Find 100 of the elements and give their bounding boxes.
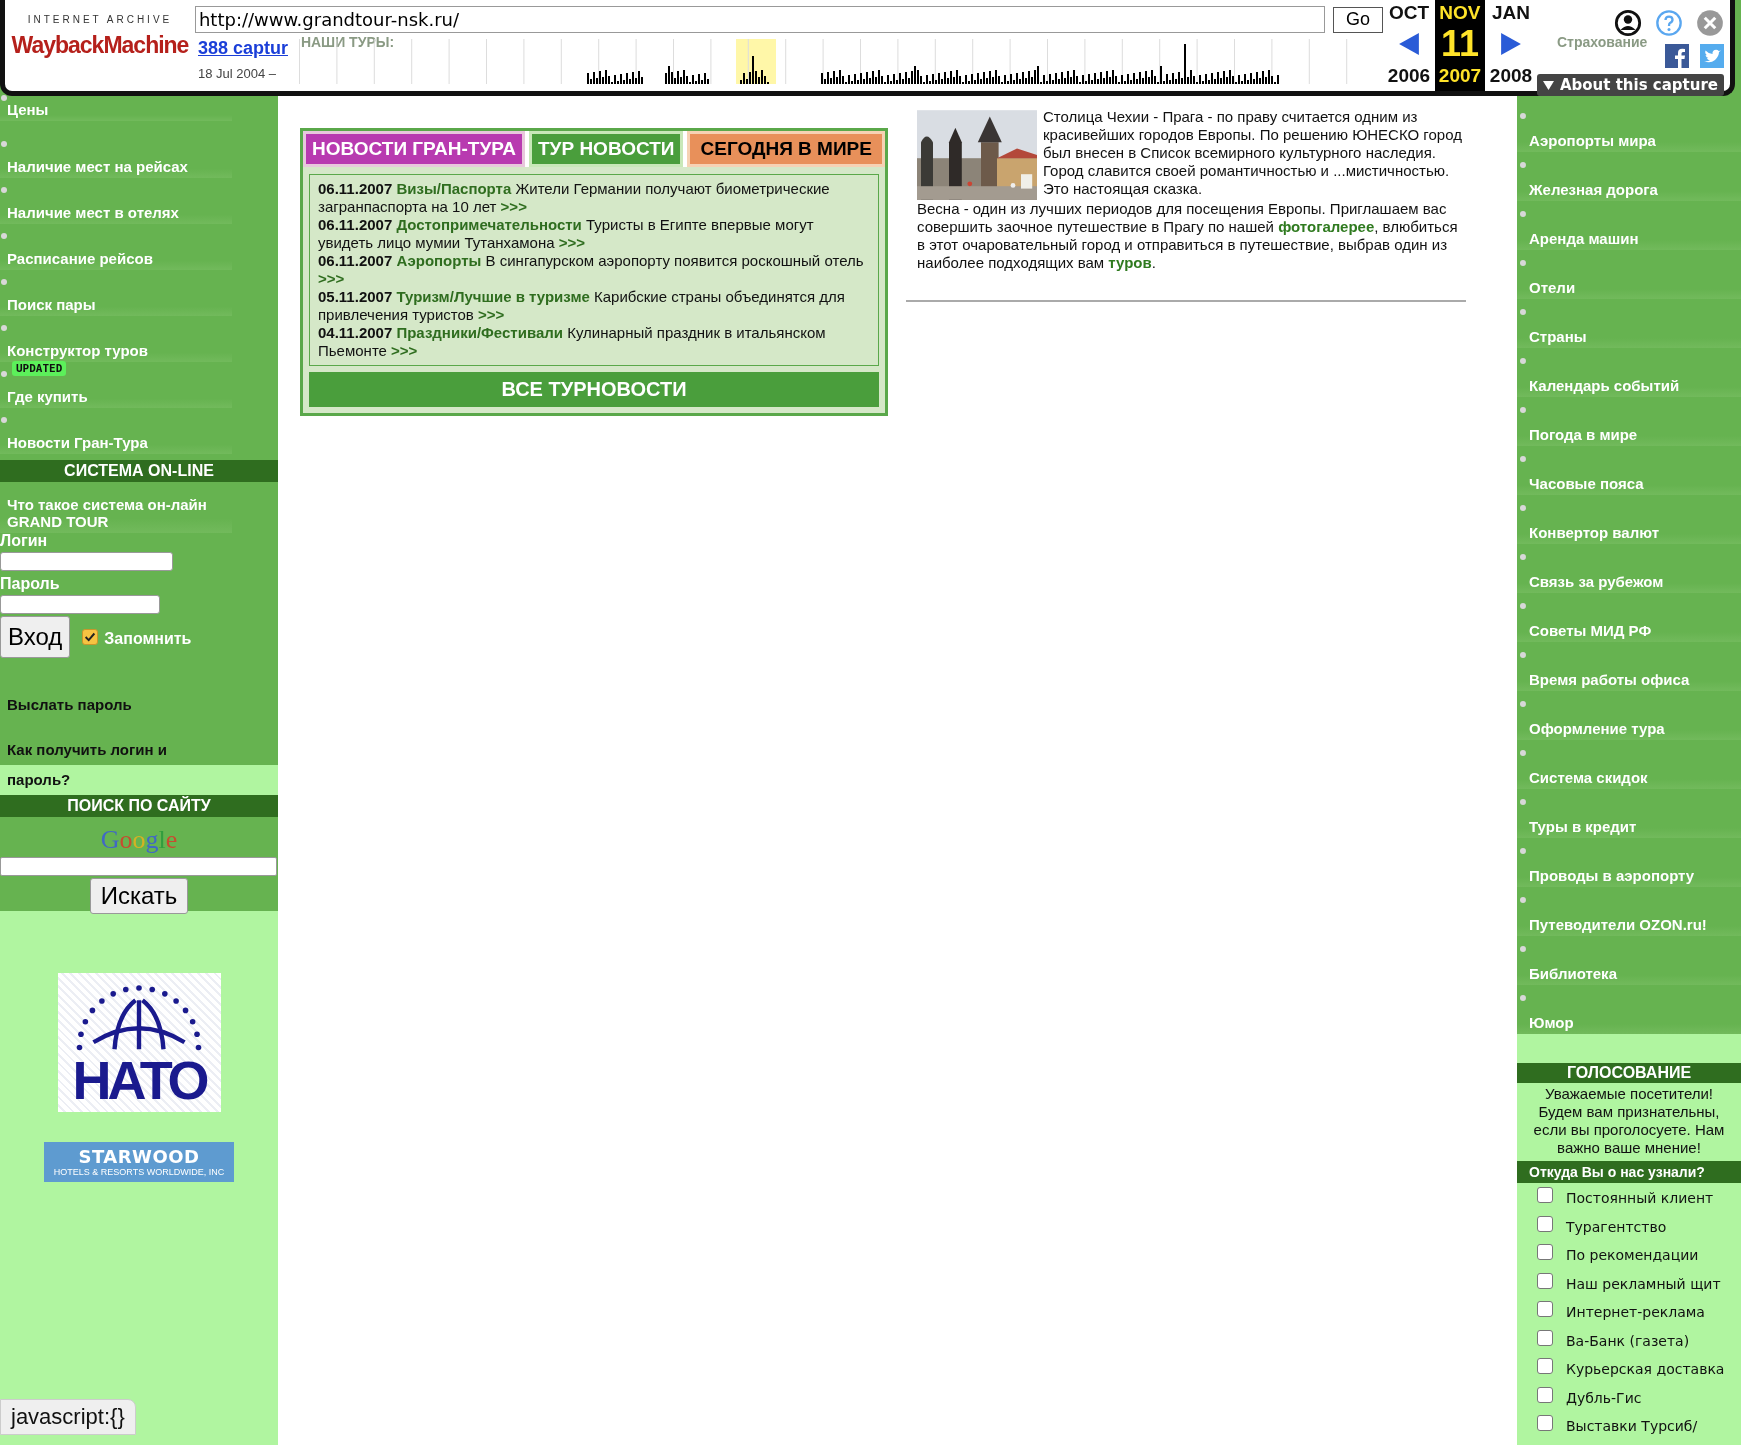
- updated-badge: UPDATED: [12, 361, 67, 376]
- text-link[interactable]: фотогалерее: [1278, 218, 1375, 235]
- bullet-icon: [1, 325, 7, 331]
- search-field[interactable]: [0, 857, 277, 876]
- user-icon[interactable]: [1614, 9, 1642, 37]
- bullet-icon: [1, 233, 7, 239]
- about-capture-button[interactable]: About this capture: [1536, 74, 1724, 96]
- partner-logo[interactable]: НАТО: [57, 973, 221, 1112]
- news-item: 06.11.2007 Аэропорты В сингапурском аэропорту появится роскошный отель >>>: [318, 252, 865, 288]
- checkbox-label: Наш рекламный щит: [1566, 1275, 1721, 1292]
- calendar-month[interactable]: JAN 2008: [1484, 0, 1537, 91]
- bullet-icon: [1520, 946, 1526, 952]
- checkbox-label: Ва-Банк (газета): [1566, 1332, 1690, 1349]
- partner-logo[interactable]: STARWOOD HOTELS & RESORTS WORLDWIDE, INC: [44, 1142, 234, 1182]
- go-button[interactable]: Go: [1333, 6, 1383, 33]
- bullet-icon: [1520, 113, 1526, 119]
- help-icon[interactable]: [1655, 9, 1683, 37]
- bullet-icon: [1520, 211, 1526, 217]
- checkbox[interactable]: [1537, 1329, 1553, 1346]
- article-paragraph: Город славится своей романтичностью и ...мистичностью. Это настоящая сказка.: [1043, 162, 1451, 198]
- checkbox-label: Дубль-Гис: [1566, 1389, 1642, 1406]
- capture-range: 18 Jul 2004 –: [197, 66, 278, 81]
- news-tab[interactable]: НОВОСТИ ГРАН-ТУРА: [303, 131, 525, 167]
- bullet-icon: [1520, 652, 1526, 658]
- twitter-icon[interactable]: [1700, 44, 1724, 68]
- login-button[interactable]: Вход: [0, 616, 71, 658]
- calendar-month[interactable]: NOV 11 2007: [1434, 0, 1485, 91]
- news-category-link[interactable]: Достопримечательности: [396, 216, 582, 233]
- news-tab[interactable]: ТУР НОВОСТИ: [529, 131, 684, 167]
- next-arrow-icon[interactable]: [1500, 33, 1521, 55]
- wayback-logo[interactable]: WaybackMachine: [11, 25, 189, 65]
- bullet-icon: [1520, 848, 1526, 854]
- all-news-button[interactable]: ВСЕ ТУРНОВОСТИ: [309, 372, 879, 407]
- login-field[interactable]: [0, 552, 173, 571]
- news-item: 06.11.2007 Достопримечательности Туристы в Египте впервые могут увидеть лицо мумии Тутанхамона >>>: [318, 216, 815, 252]
- more-link[interactable]: >>>: [558, 234, 585, 251]
- bullet-icon: [1520, 554, 1526, 560]
- search-button[interactable]: Искать: [89, 878, 189, 914]
- status-tooltip: javascript:{}: [0, 1399, 136, 1435]
- captures-link[interactable]: 388 captur: [197, 36, 299, 60]
- checkbox[interactable]: [1537, 1386, 1553, 1403]
- bullet-icon: [1520, 358, 1526, 364]
- more-link[interactable]: >>>: [391, 342, 418, 359]
- section-header: СИСТЕМА ON-LINE: [0, 460, 278, 482]
- url-field[interactable]: http://www.grandtour-nsk.ru/: [194, 6, 1325, 33]
- checkbox[interactable]: [1537, 1272, 1553, 1289]
- text-link[interactable]: туров: [1108, 254, 1152, 271]
- underlay-heading: НАШИ ТУРЫ:: [300, 34, 395, 50]
- archive-label: INTERNET ARCHIVE: [27, 14, 173, 25]
- checkbox[interactable]: [1537, 1215, 1553, 1232]
- previous-arrow-icon[interactable]: [1398, 33, 1419, 55]
- checkbox[interactable]: [82, 629, 99, 645]
- menu-link[interactable]: Выслать пароль: [0, 696, 227, 713]
- checkbox-label: Выставки Турсиб/: [1566, 1418, 1698, 1434]
- bullet-icon: [1, 417, 7, 423]
- checkbox-label: По рекомендации: [1566, 1247, 1699, 1263]
- bullet-icon: [1520, 799, 1526, 805]
- checkbox[interactable]: [1537, 1358, 1553, 1374]
- poll-intro-text: Уважаемые посетители! Будем вам признательны, если вы проголосуете. Нам важно ваше мнение!: [1532, 1084, 1726, 1158]
- bullet-icon: [1520, 260, 1526, 266]
- bullet-icon: [1520, 309, 1526, 315]
- bullet-icon: [1520, 995, 1526, 1001]
- more-link[interactable]: >>>: [500, 198, 527, 215]
- bullet-icon: [1520, 750, 1526, 756]
- bullet-icon: [1520, 897, 1526, 903]
- news-category-link[interactable]: Визы/Паспорта: [396, 180, 512, 197]
- checkbox-label: Постоянный клиент: [1566, 1190, 1714, 1206]
- close-icon[interactable]: [1696, 9, 1724, 37]
- checkbox[interactable]: [1537, 1187, 1553, 1203]
- section-header: ПОИСК ПО САЙТУ: [0, 795, 278, 817]
- more-link[interactable]: >>>: [477, 306, 505, 323]
- checkbox-label: Турагентство: [1566, 1218, 1667, 1235]
- bullet-icon: [1, 141, 7, 147]
- field-label: Пароль: [0, 575, 61, 593]
- poll-question: Откуда Вы о нас узнали?: [1517, 1161, 1741, 1183]
- bullet-icon: [1, 371, 7, 377]
- bullet-icon: [1, 279, 7, 285]
- news-item: 05.11.2007 Туризм/Лучшие в туризме Карибские страны объединятся для привлечения туристов >>>: [318, 288, 846, 324]
- section-header: ГОЛОСОВАНИЕ: [1517, 1063, 1741, 1083]
- bullet-icon: [1520, 162, 1526, 168]
- bullet-icon: [1520, 603, 1526, 609]
- bullet-icon: [1, 95, 7, 101]
- checkbox[interactable]: [1537, 1415, 1553, 1431]
- news-item: 06.11.2007 Визы/Паспорта Жители Германии получают биометрические загранпаспорта на 10 лет >>>: [318, 180, 831, 216]
- field-label: Логин: [0, 532, 49, 550]
- news-category-link[interactable]: Туризм/Лучшие в туризме: [396, 288, 590, 305]
- checkbox-label: Курьерская доставка: [1566, 1361, 1725, 1377]
- caret-icon: [1542, 80, 1554, 90]
- news-tab[interactable]: СЕГОДНЯ В МИРЕ: [687, 131, 885, 167]
- news-category-link[interactable]: Аэропорты: [396, 252, 482, 269]
- more-link[interactable]: >>>: [318, 270, 345, 287]
- article-paragraph: Столица Чехии - Прага - по праву считается одним из красивейших городов Европы. По решению ЮНЕСКО город был внесен в Список всемирного культурного наследия.: [1043, 108, 1463, 162]
- bullet-icon: [1520, 505, 1526, 511]
- calendar-month[interactable]: OCT 2006: [1382, 0, 1435, 91]
- checkbox-label: Интернет-реклама: [1566, 1304, 1705, 1320]
- news-category-link[interactable]: Праздники/Фестивали: [396, 324, 564, 341]
- password-field[interactable]: [0, 595, 160, 614]
- checkbox[interactable]: [1537, 1301, 1553, 1317]
- checkbox[interactable]: [1537, 1244, 1553, 1260]
- facebook-icon[interactable]: [1665, 44, 1689, 68]
